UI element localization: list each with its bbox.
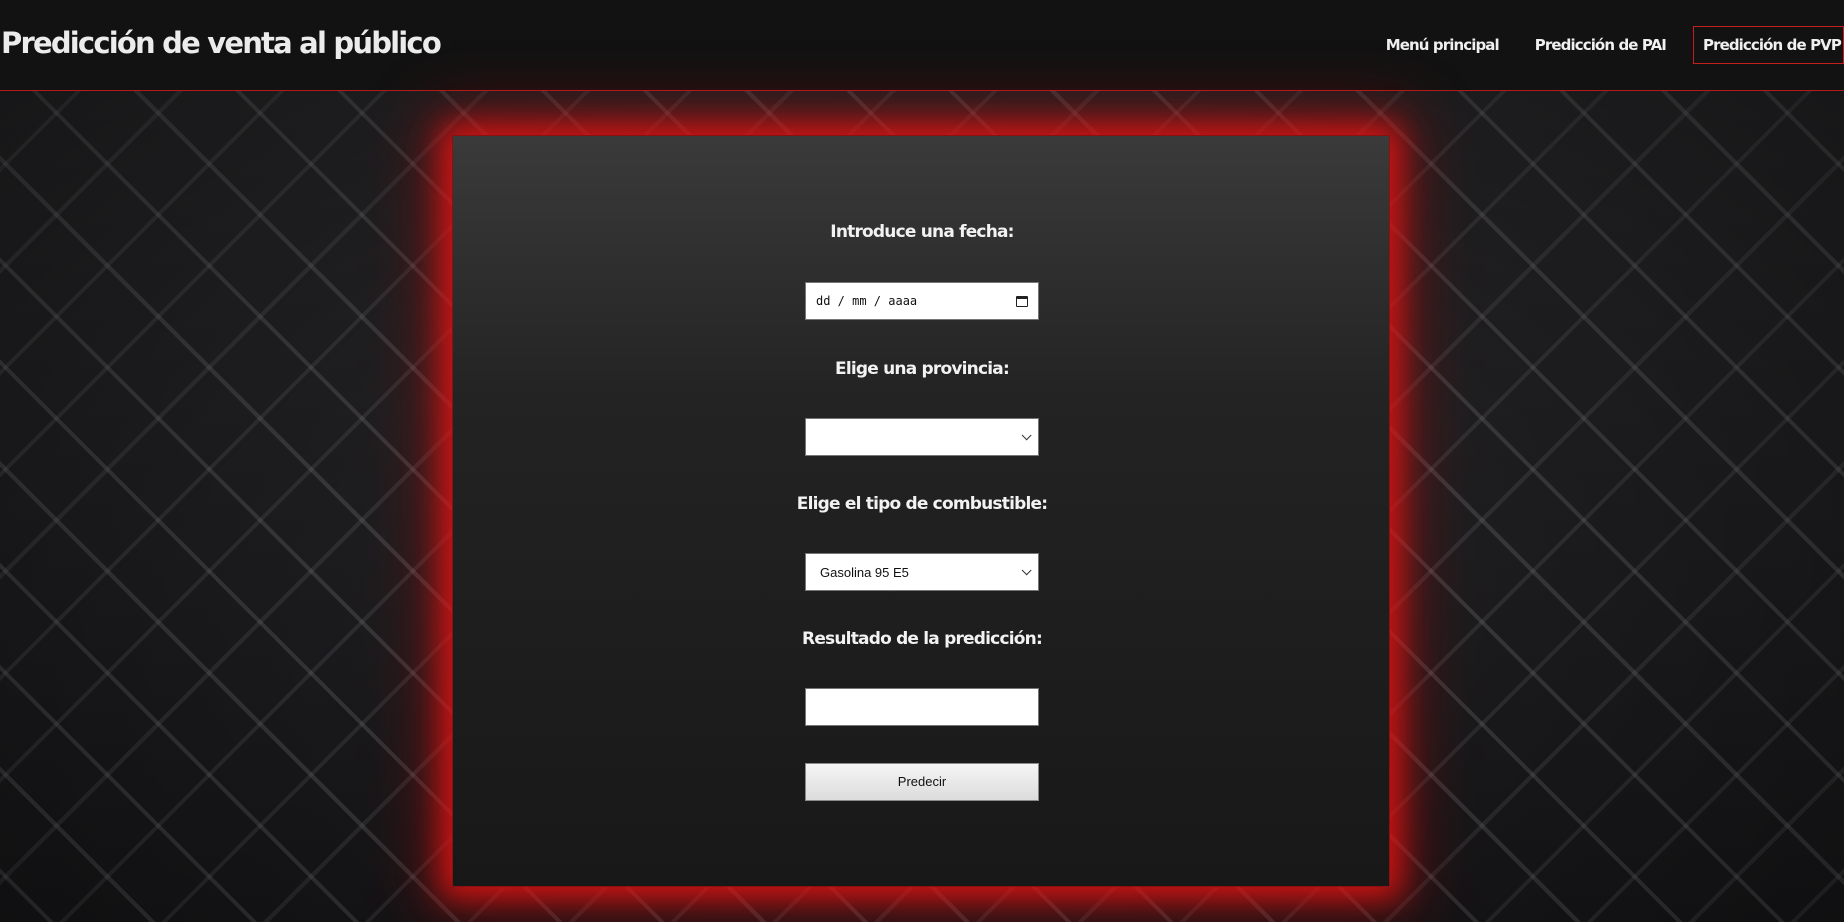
chevron-down-icon [1021, 564, 1032, 575]
calendar-icon[interactable] [1016, 295, 1028, 307]
nav-link-main-menu[interactable]: Menú principal [1368, 26, 1517, 64]
date-placeholder: dd / mm / aaaa [816, 294, 918, 308]
result-output[interactable] [805, 688, 1039, 726]
fuel-select[interactable]: Gasolina 95 E5 [805, 553, 1039, 591]
site-title: Predicción de venta al público [1, 26, 442, 60]
fuel-label: Elige el tipo de combustible: [796, 494, 1048, 514]
predict-button[interactable]: Predecir [805, 763, 1039, 801]
fuel-selected-value: Gasolina 95 E5 [820, 564, 909, 580]
chevron-down-icon [1021, 429, 1032, 440]
nav-link-pvp-prediction[interactable]: Predicción de PVP [1692, 26, 1844, 64]
date-label: Introduce una fecha: [830, 222, 1014, 242]
nav-link-pai-prediction[interactable]: Predicción de PAI [1517, 26, 1684, 64]
result-label: Resultado de la predicción: [802, 629, 1043, 649]
prediction-panel: Introduce una fecha: dd / mm / aaaa Elig… [452, 135, 1390, 887]
main-nav: Menú principal Predicción de PAI Predicc… [1368, 26, 1844, 64]
date-input[interactable]: dd / mm / aaaa [805, 282, 1039, 320]
province-select[interactable] [805, 418, 1039, 456]
site-header: Predicción de venta al público Menú prin… [0, 0, 1844, 91]
province-label: Elige una provincia: [835, 359, 1010, 379]
